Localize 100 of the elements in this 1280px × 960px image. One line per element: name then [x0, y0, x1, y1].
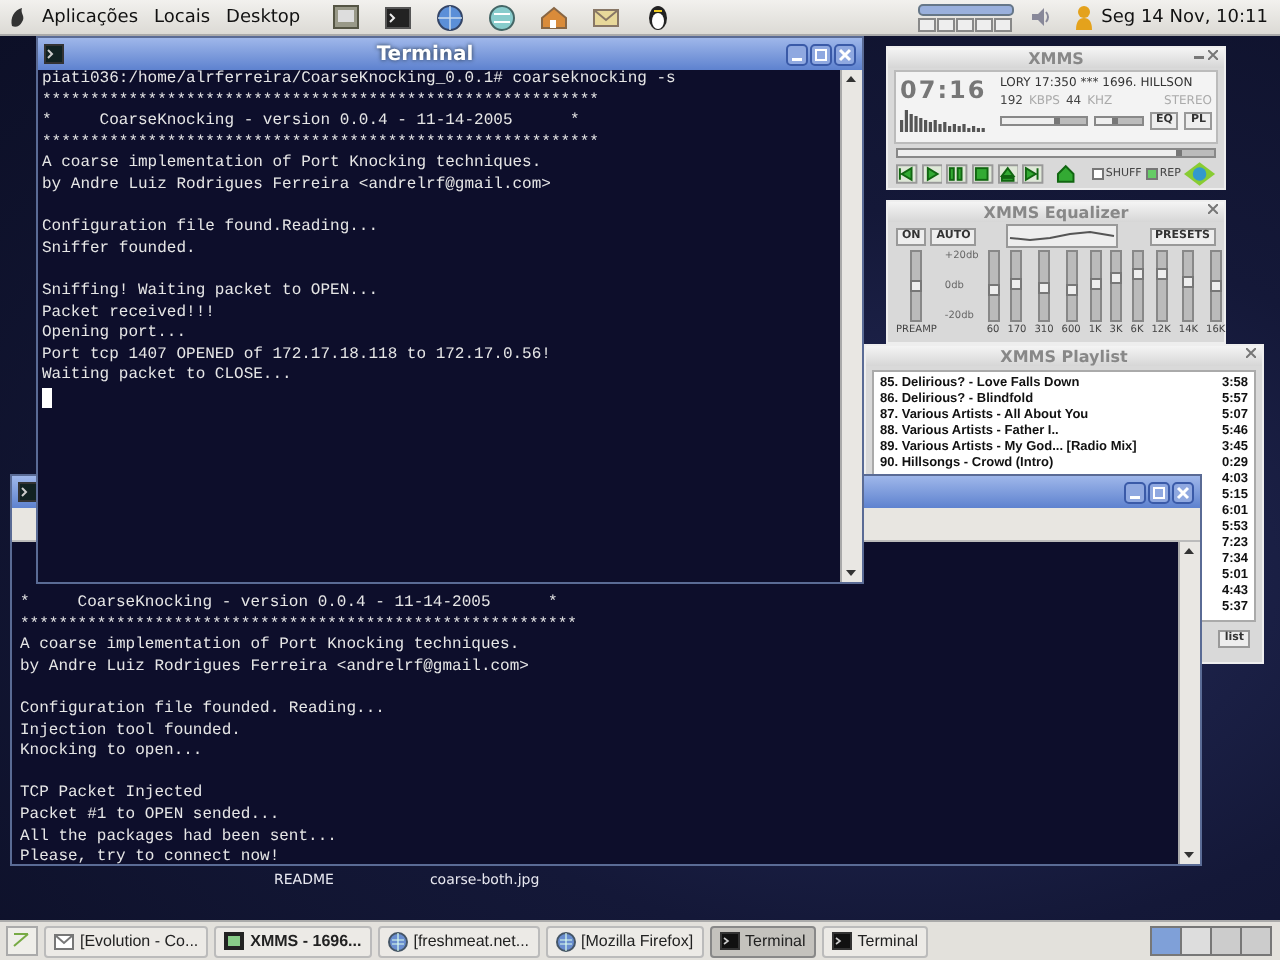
balance-slider[interactable] — [1093, 116, 1145, 126]
pause-icon[interactable] — [946, 164, 969, 184]
stop-icon[interactable] — [972, 164, 994, 184]
minimize-icon[interactable] — [1194, 50, 1204, 60]
slider-thumb[interactable] — [987, 284, 999, 297]
logo-icon[interactable] — [1184, 162, 1216, 186]
media-control-drawing[interactable] — [917, 3, 1014, 31]
terminal-line: by Andre Luiz Rodrigues Ferreira <andrelrf@gmail.com> — [42, 175, 551, 198]
seek-bar[interactable] — [896, 148, 1216, 158]
clock[interactable]: Seg 14 Nov, 10:11 — [1101, 7, 1272, 27]
terminal-line: Please, try to connect now! — [20, 848, 280, 864]
elapsed-time: 07:16 — [900, 76, 989, 104]
terminal-line: Packet #1 to OPEN sended... — [20, 805, 280, 828]
workspace-switcher-drawing[interactable] — [1150, 926, 1274, 956]
volume-slider[interactable] — [1000, 116, 1088, 126]
scrollbar[interactable] — [1178, 542, 1200, 864]
slider-fill[interactable] — [1002, 118, 1061, 124]
slider-fill[interactable] — [1095, 118, 1119, 124]
penguin-icon[interactable] — [644, 3, 673, 31]
slider-thumb[interactable] — [910, 280, 923, 292]
globe-icon — [555, 931, 576, 951]
close-icon[interactable] — [1208, 204, 1218, 214]
terminal-line: Configuration file found.Reading... — [42, 218, 379, 240]
terminal-line: All the packages had been sent... — [20, 827, 337, 848]
show-desktop-icon[interactable] — [6, 926, 38, 956]
minimize-icon[interactable] — [1124, 481, 1146, 503]
terminal-line: ********************************************************** — [42, 133, 599, 154]
taskbar-button[interactable]: Terminal — [821, 925, 929, 957]
terminal-icon — [18, 482, 38, 502]
scrollbar[interactable] — [840, 70, 862, 582]
slider-thumb[interactable] — [1131, 268, 1143, 281]
taskbar-button[interactable]: [Evolution - Co... — [44, 925, 209, 957]
slider-track[interactable] — [1182, 250, 1195, 322]
slider-track[interactable] — [1065, 250, 1078, 322]
spectrum-drawing — [900, 104, 988, 132]
maximize-icon[interactable] — [810, 43, 832, 65]
menu-item[interactable]: Locais — [150, 7, 215, 27]
terminal-line: Port tcp 1407 OPENED of 172.17.18.118 to 172.17.0.56! — [42, 345, 551, 366]
terminal-line: * CoarseKnocking - version 0.0.4 - 11-14-2005 * — [42, 112, 580, 134]
menu-item[interactable]: Aplicações — [38, 7, 143, 27]
next-icon[interactable] — [1022, 164, 1045, 184]
envelope-icon[interactable] — [592, 3, 621, 31]
terminal-line: * CoarseKnocking - version 0.0.4 - 11-14-2005 * — [20, 594, 558, 616]
globe-icon — [387, 931, 408, 951]
text-cursor — [42, 387, 52, 408]
slider-thumb[interactable] — [1182, 275, 1195, 288]
slider-thumb[interactable] — [1065, 283, 1078, 296]
terminal-icon — [44, 44, 64, 64]
monitor-icon[interactable] — [332, 3, 361, 31]
close-icon[interactable] — [1172, 481, 1194, 503]
window-title: XMMS — [1028, 49, 1084, 67]
slider-thumb[interactable] — [1038, 282, 1050, 295]
terminal-line: Packet received!!! — [42, 303, 215, 324]
window-title: XMMS Playlist — [1000, 347, 1128, 365]
player-icon — [224, 932, 245, 950]
slider-track[interactable] — [987, 250, 999, 322]
globe-icon[interactable] — [436, 3, 465, 31]
terminal-icon[interactable] — [384, 3, 413, 31]
taskbar-button[interactable]: XMMS - 1696... — [214, 925, 372, 957]
close-icon[interactable] — [1208, 50, 1218, 60]
play-icon[interactable] — [921, 164, 943, 184]
slider-track[interactable] — [1010, 250, 1023, 322]
taskbar-button[interactable]: [freshmeat.net... — [377, 925, 540, 957]
close-icon[interactable] — [834, 43, 856, 65]
envelope-icon — [54, 933, 74, 949]
slider-thumb[interactable] — [1089, 278, 1102, 291]
slider-track[interactable] — [1110, 250, 1123, 322]
house-icon[interactable] — [540, 3, 569, 31]
minimize-icon[interactable] — [786, 43, 808, 65]
terminal-line: ********************************************************** — [42, 91, 599, 112]
terminal-line: Configuration file founded. Reading... — [20, 699, 385, 722]
slider-fill[interactable] — [898, 150, 1183, 156]
terminal-line: Opening port... — [42, 324, 187, 346]
home-icon[interactable] — [1056, 164, 1076, 184]
slider-thumb[interactable] — [1209, 280, 1222, 292]
window-title: Terminal — [374, 43, 476, 65]
slider-track[interactable] — [910, 250, 923, 322]
terminal-line: Injection tool founded. — [20, 721, 241, 742]
menu-item[interactable]: Desktop — [222, 7, 305, 27]
globe-icon[interactable] — [488, 3, 517, 31]
terminal-line: TCP Packet Injected — [20, 784, 203, 806]
close-icon[interactable] — [1246, 348, 1256, 358]
terminal-line: by Andre Luiz Rodrigues Ferreira <andrelrf@gmail.com> — [20, 657, 529, 679]
taskbar-button[interactable]: Terminal — [709, 925, 816, 957]
slider-track[interactable] — [1089, 250, 1102, 322]
terminal-line: Knocking to open... — [20, 742, 203, 764]
taskbar-button[interactable]: [Mozilla Firefox] — [545, 925, 704, 957]
slider-track[interactable] — [1038, 250, 1050, 322]
slider-thumb[interactable] — [1155, 268, 1168, 281]
terminal-line: ********************************************************** — [20, 615, 577, 636]
slider-thumb[interactable] — [1110, 271, 1123, 284]
eject-icon[interactable] — [997, 164, 1019, 184]
slider-track[interactable] — [1209, 250, 1222, 322]
previous-icon[interactable] — [896, 164, 918, 184]
terminal-line: A coarse implementation of Port Knocking techniques. — [20, 636, 520, 658]
speaker-icon[interactable] — [1029, 6, 1050, 28]
slider-thumb[interactable] — [1010, 278, 1023, 291]
maximize-icon[interactable] — [1148, 481, 1170, 503]
slider-track[interactable] — [1131, 250, 1143, 322]
slider-track[interactable] — [1155, 250, 1168, 322]
